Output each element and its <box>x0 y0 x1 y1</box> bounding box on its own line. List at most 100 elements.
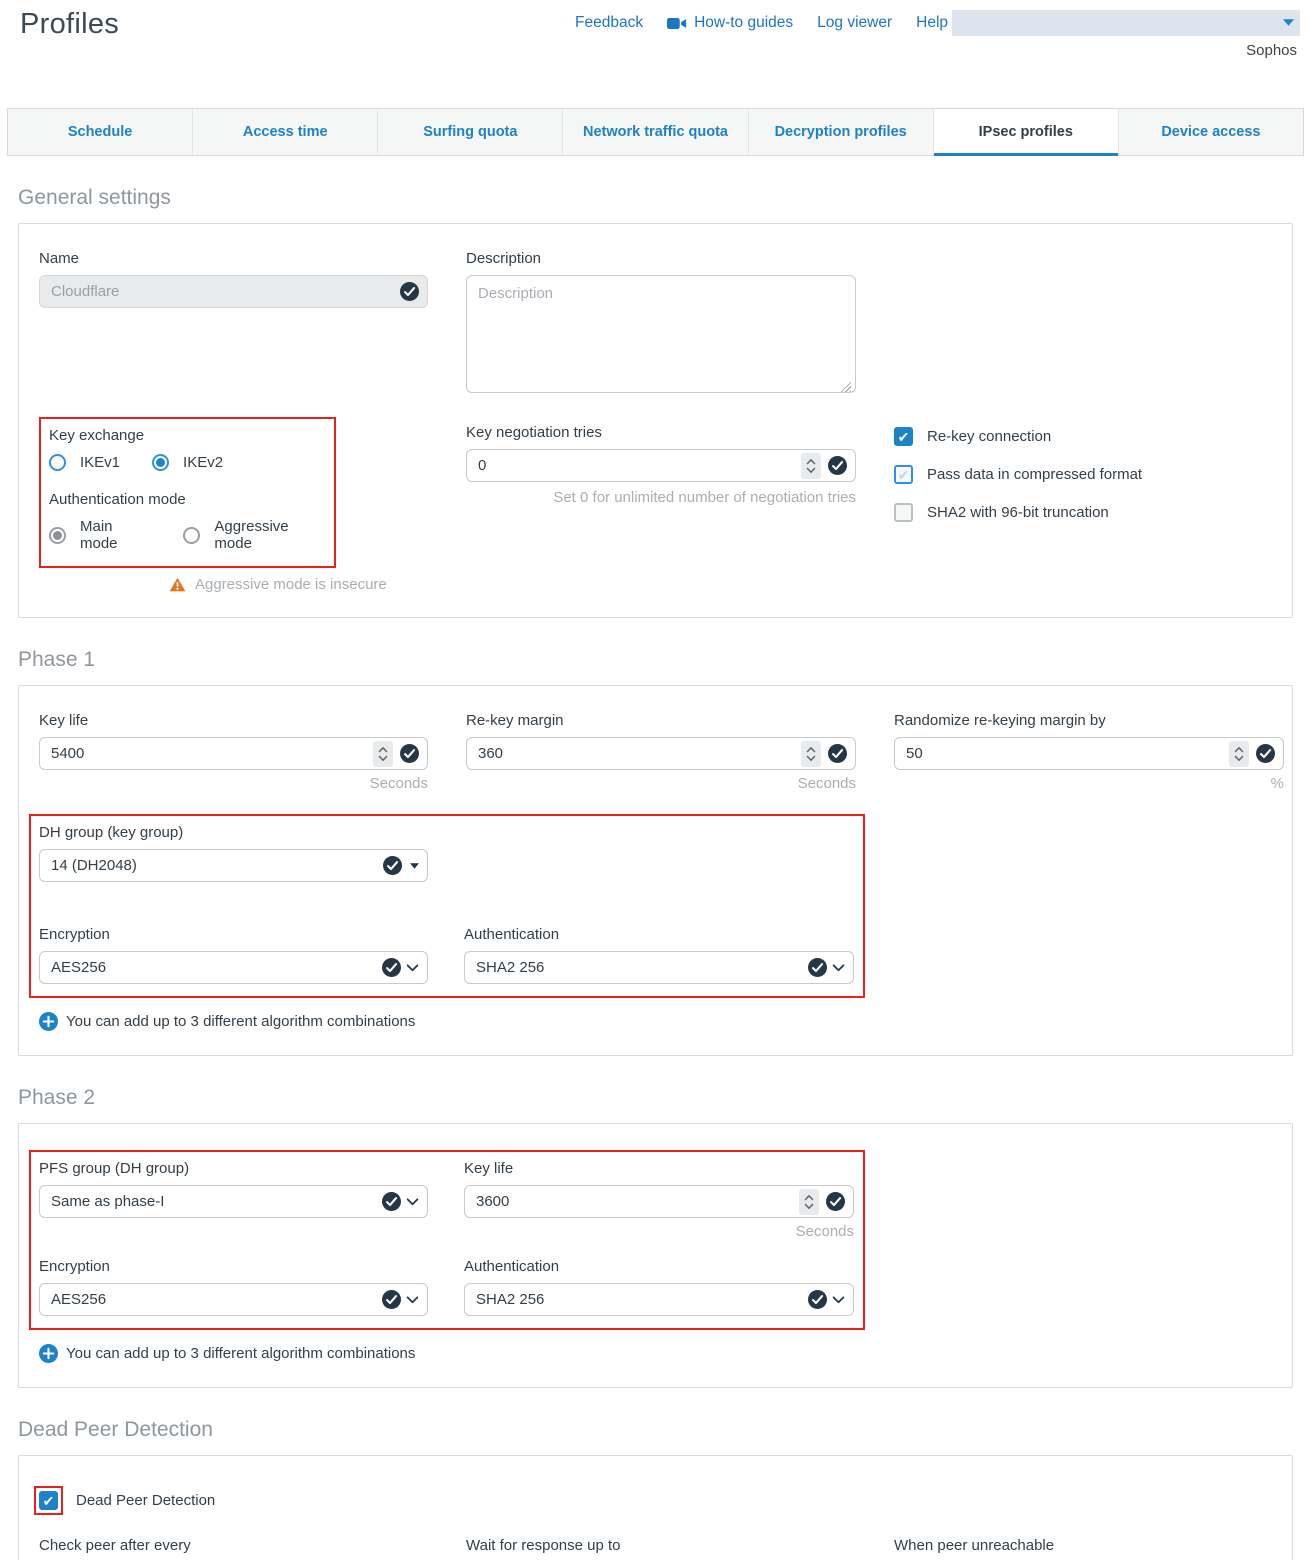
dpd-checkbox-label[interactable]: Dead Peer Detection <box>76 1492 215 1509</box>
caret-down-icon <box>410 863 419 869</box>
stepper-down-icon[interactable] <box>1234 755 1244 762</box>
key-exchange-label: Key exchange <box>49 427 326 444</box>
description-textarea[interactable] <box>466 275 856 393</box>
radio-ikev1-label[interactable]: IKEv1 <box>80 454 120 471</box>
stepper-up-icon[interactable] <box>806 458 816 465</box>
auth-mode-label: Authentication mode <box>49 491 326 508</box>
feedback-link[interactable]: Feedback <box>575 14 643 32</box>
brand-label: Sophos <box>1246 42 1297 59</box>
chevron-down-icon <box>406 1198 419 1206</box>
p1-rekey-margin-field[interactable] <box>466 737 856 770</box>
p1-authentication-select[interactable]: SHA2 256 <box>464 951 854 984</box>
dpd-unreachable-label: When peer unreachable <box>894 1537 1284 1554</box>
rekey-connection-checkbox[interactable]: ✔ <box>894 427 913 446</box>
tab-network-traffic-quota[interactable]: Network traffic quota <box>563 109 748 155</box>
p2-key-life-label: Key life <box>464 1160 854 1177</box>
radio-aggressive-mode-label[interactable]: Aggressive mode <box>214 518 326 552</box>
tab-schedule[interactable]: Schedule <box>8 109 193 155</box>
header-nav: Feedback How-to guides Log viewer Help <box>575 14 948 32</box>
dpd-checkbox[interactable]: ✔ <box>39 1491 58 1510</box>
p2-authentication-select[interactable]: SHA2 256 <box>464 1283 854 1316</box>
stepper-down-icon[interactable] <box>378 755 388 762</box>
help-link[interactable]: Help <box>916 14 948 32</box>
tab-access-time[interactable]: Access time <box>193 109 378 155</box>
valid-check-icon <box>826 1192 845 1211</box>
phase2-heading: Phase 2 <box>18 1086 1293 1110</box>
p2-pfs-group-select[interactable]: Same as phase-I <box>39 1185 428 1218</box>
radio-ikev1[interactable] <box>49 454 66 471</box>
tab-device-access[interactable]: Device access <box>1119 109 1303 155</box>
dpd-heading: Dead Peer Detection <box>18 1418 1293 1442</box>
p1-encryption-select[interactable]: AES256 <box>39 951 428 984</box>
sha2-truncation-label[interactable]: SHA2 with 96-bit truncation <box>927 504 1109 521</box>
p1-algorithms-highlight: DH group (key group) 14 (DH2048) Encrypt… <box>29 814 865 998</box>
number-stepper[interactable] <box>373 741 393 767</box>
video-camera-icon <box>667 17 687 30</box>
p1-randomize-input[interactable] <box>906 745 1229 762</box>
p1-key-life-field[interactable] <box>39 737 428 770</box>
rekey-connection-label[interactable]: Re-key connection <box>927 428 1051 445</box>
add-combination-icon[interactable] <box>39 1012 58 1031</box>
radio-main-mode[interactable] <box>49 527 66 544</box>
compressed-format-checkbox[interactable]: ✔ <box>894 465 913 484</box>
number-stepper[interactable] <box>799 1189 819 1215</box>
howto-guides-link[interactable]: How-to guides <box>667 14 793 32</box>
key-negotiation-input[interactable] <box>478 457 801 474</box>
tab-decryption-profiles[interactable]: Decryption profiles <box>749 109 934 155</box>
p2-encryption-select[interactable]: AES256 <box>39 1283 428 1316</box>
chevron-down-icon <box>832 1296 845 1304</box>
p1-randomize-label: Randomize re-keying margin by <box>894 712 1284 729</box>
radio-main-mode-label[interactable]: Main mode <box>80 518 151 552</box>
p2-combination-note: You can add up to 3 different algorithm … <box>66 1345 415 1362</box>
number-stepper[interactable] <box>801 741 821 767</box>
p1-randomize-field[interactable] <box>894 737 1284 770</box>
dpd-checkbox-highlight: ✔ <box>34 1486 63 1515</box>
p1-key-life-input[interactable] <box>51 745 373 762</box>
valid-check-icon <box>382 1192 401 1211</box>
p2-key-life-input[interactable] <box>476 1193 799 1210</box>
tab-surfing-quota[interactable]: Surfing quota <box>378 109 563 155</box>
p2-key-life-field[interactable] <box>464 1185 854 1218</box>
number-stepper[interactable] <box>801 453 821 479</box>
radio-aggressive-mode[interactable] <box>183 527 200 544</box>
chevron-down-icon <box>406 964 419 972</box>
warning-icon <box>169 577 186 592</box>
general-settings-card: Name Description Key exchange IKEv1 <box>18 223 1293 618</box>
p2-key-life-unit: Seconds <box>464 1223 854 1240</box>
stepper-down-icon[interactable] <box>804 1203 814 1210</box>
general-settings-heading: General settings <box>18 186 1293 210</box>
tab-ipsec-profiles[interactable]: IPsec profiles <box>934 109 1119 155</box>
key-negotiation-field[interactable] <box>466 449 856 482</box>
phase2-card: PFS group (DH group) Same as phase-I Key… <box>18 1123 1293 1388</box>
valid-check-icon <box>400 744 419 763</box>
stepper-up-icon[interactable] <box>806 746 816 753</box>
key-exchange-highlight: Key exchange IKEv1 IKEv2 Authentication … <box>39 417 336 568</box>
log-viewer-link[interactable]: Log viewer <box>817 14 892 32</box>
p1-dh-group-label: DH group (key group) <box>39 824 428 841</box>
p2-encryption-label: Encryption <box>39 1258 428 1275</box>
p1-encryption-label: Encryption <box>39 926 428 943</box>
account-selector-redacted[interactable] <box>952 10 1300 36</box>
p1-rekey-margin-input[interactable] <box>478 745 801 762</box>
valid-check-icon <box>1256 744 1275 763</box>
valid-check-icon <box>828 456 847 475</box>
p1-rekey-margin-unit: Seconds <box>466 775 856 792</box>
p1-dh-group-select[interactable]: 14 (DH2048) <box>39 849 428 882</box>
radio-ikev2-label[interactable]: IKEv2 <box>183 454 223 471</box>
add-combination-icon[interactable] <box>39 1344 58 1363</box>
stepper-up-icon[interactable] <box>1234 746 1244 753</box>
valid-check-icon <box>808 1290 827 1309</box>
key-negotiation-label: Key negotiation tries <box>466 424 856 441</box>
stepper-down-icon[interactable] <box>806 755 816 762</box>
sha2-truncation-checkbox[interactable]: ✔ <box>894 503 913 522</box>
compressed-format-label[interactable]: Pass data in compressed format <box>927 466 1142 483</box>
number-stepper[interactable] <box>1229 741 1249 767</box>
stepper-up-icon[interactable] <box>804 1194 814 1201</box>
stepper-up-icon[interactable] <box>378 746 388 753</box>
stepper-down-icon[interactable] <box>806 467 816 474</box>
page-header: Profiles Feedback How-to guides Log view… <box>0 0 1311 66</box>
name-label: Name <box>39 250 428 267</box>
dpd-card: ✔ Dead Peer Detection Check peer after e… <box>18 1455 1293 1560</box>
p1-key-life-label: Key life <box>39 712 428 729</box>
radio-ikev2[interactable] <box>152 454 169 471</box>
